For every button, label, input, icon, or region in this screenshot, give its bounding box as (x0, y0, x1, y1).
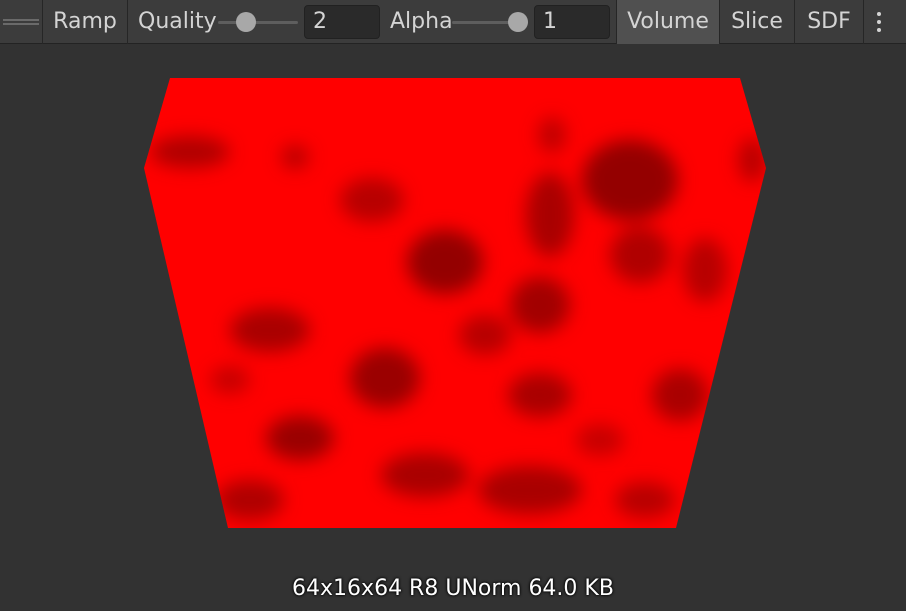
quality-slider-track (218, 20, 298, 24)
slice-tab[interactable]: Slice (720, 0, 794, 44)
quality-slider-thumb[interactable] (236, 11, 256, 32)
ramp-button[interactable]: Ramp (43, 0, 127, 44)
volume-preview-viewport[interactable] (0, 44, 906, 611)
quality-label: Quality (138, 9, 217, 34)
volume-render (144, 78, 766, 528)
volume-tab[interactable]: Volume (617, 0, 719, 44)
drag-handle-icon[interactable] (0, 0, 42, 44)
alpha-field[interactable]: 1 (534, 4, 610, 39)
alpha-slider-thumb[interactable] (508, 11, 528, 32)
texture-info-label: 64x16x64 R8 UNorm 64.0 KB (292, 576, 614, 601)
alpha-label: Alpha (390, 9, 453, 34)
sdf-tab[interactable]: SDF (795, 0, 863, 44)
quality-slider[interactable] (218, 0, 298, 44)
alpha-slider[interactable] (452, 0, 528, 44)
quality-field[interactable]: 2 (304, 4, 380, 39)
preview-toolbar: Ramp Quality 2 Alpha 1 Volume Slice SDF (0, 0, 906, 44)
kebab-menu-icon[interactable] (864, 0, 894, 44)
